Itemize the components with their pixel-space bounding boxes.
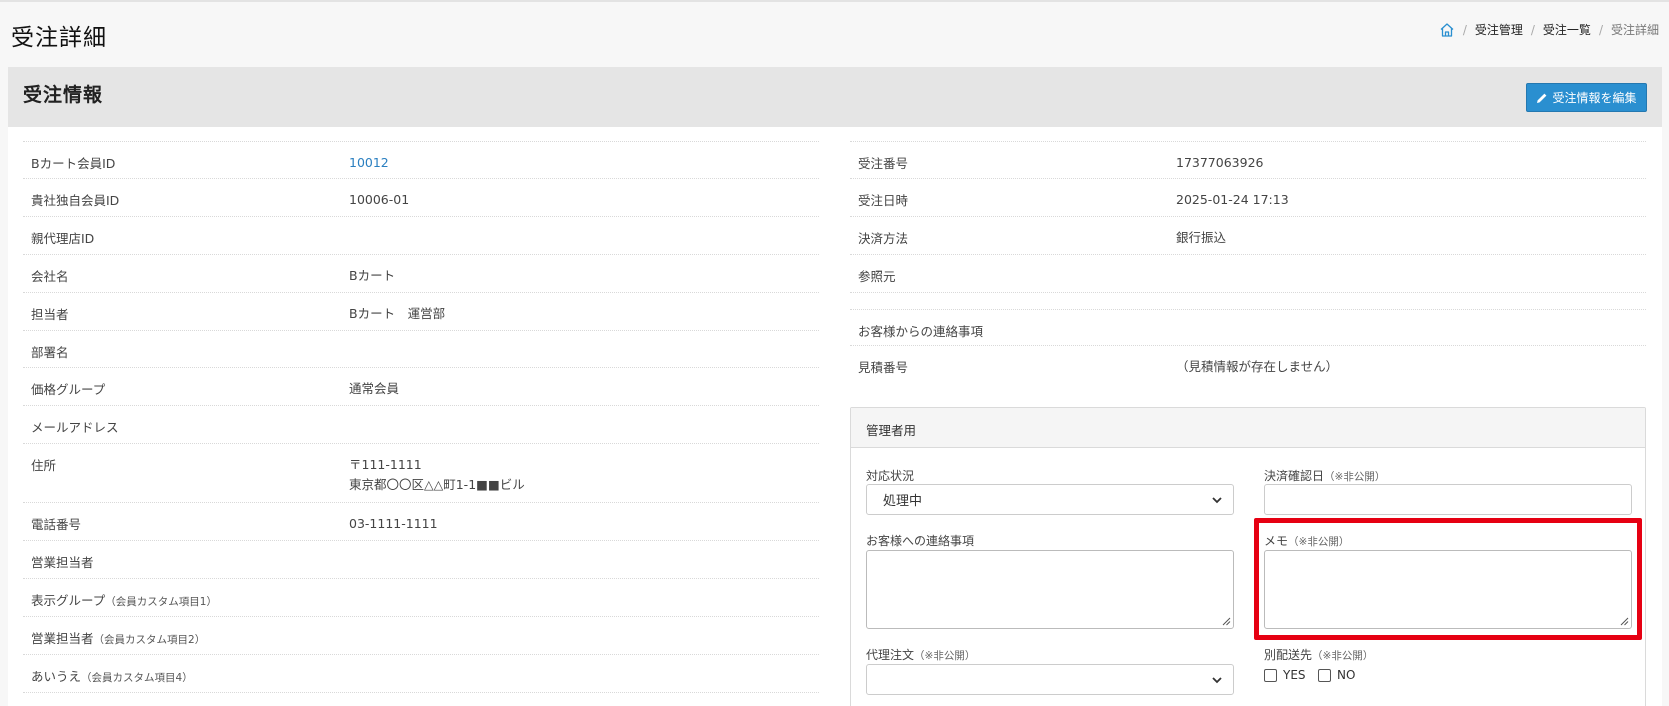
- estimate-number: （見積情報が存在しません）: [1176, 359, 1339, 374]
- page-title: 受注詳細: [11, 25, 107, 51]
- table-row: 価格グループ 通常会員: [23, 367, 819, 405]
- address-line: 東京都〇〇区△△町1-1■■ビル: [349, 477, 525, 492]
- status-select-value: 処理中: [883, 494, 923, 509]
- table-row: 決済方法 銀行振込: [850, 216, 1646, 254]
- table-row: 親代理店ID: [23, 216, 819, 254]
- table-row: 営業担当者（会員カスタム項目2）: [23, 616, 819, 654]
- table-row: [850, 292, 1646, 309]
- row-label: 受注番号: [858, 156, 909, 171]
- row-label: 営業担当者: [31, 555, 94, 570]
- row-label: お客様からの連絡事項: [858, 324, 984, 339]
- proxy-order-label: 代理注文（※非公開）: [866, 648, 976, 662]
- chevron-down-icon: [1212, 497, 1222, 504]
- row-label: 決済方法: [858, 231, 909, 246]
- row-label-sub: （会員カスタム項目1）: [105, 596, 217, 608]
- table-row: 住所 〒111-1111 東京都〇〇区△△町1-1■■ビル: [23, 443, 819, 502]
- order-number: 17377063926: [1176, 155, 1264, 170]
- breadcrumb-separator: /: [1530, 22, 1535, 37]
- breadcrumb-current: 受注詳細: [1610, 23, 1659, 37]
- row-label: 受注日時: [858, 193, 909, 208]
- breadcrumb-order-management[interactable]: 受注管理: [1475, 21, 1523, 38]
- yes-checkbox[interactable]: [1264, 668, 1277, 682]
- private-note: （※非公開）: [1312, 650, 1374, 662]
- pencil-icon: [1537, 93, 1547, 103]
- row-value: 〒111-1111 東京都〇〇区△△町1-1■■ビル: [349, 455, 525, 495]
- admin-section-title: 管理者用: [851, 408, 1645, 448]
- row-label: 営業担当者（会員カスタム項目2）: [31, 631, 206, 646]
- customer-message-textarea[interactable]: [866, 550, 1234, 629]
- row-label: 会社名: [31, 269, 69, 284]
- status-label: 対応状況: [866, 469, 915, 483]
- row-label: 担当者: [31, 307, 69, 322]
- row-value: 通常会員: [349, 381, 400, 396]
- no-label: NO: [1337, 668, 1356, 682]
- table-row: 担当者 Bカート 運営部: [23, 292, 819, 330]
- postal-code: 〒111-1111: [349, 457, 422, 472]
- status-select[interactable]: 処理中: [866, 484, 1234, 515]
- order-info-table: 受注番号 17377063926 受注日時 2025-01-24 17:13 決…: [850, 141, 1646, 381]
- row-label-sub: （会員カスタム項目4）: [81, 672, 193, 684]
- payment-date-input[interactable]: [1264, 484, 1632, 515]
- table-row: 見積番号 （見積情報が存在しません）: [850, 345, 1646, 381]
- table-row: 参照元: [850, 254, 1646, 292]
- table-row: 電話番号 03-1111-1111: [23, 502, 819, 540]
- row-label-sub: （会員カスタム項目2）: [93, 634, 206, 646]
- row-value: Bカート: [349, 268, 396, 283]
- home-icon[interactable]: [1439, 22, 1455, 38]
- table-row: お客様からの連絡事項: [850, 309, 1646, 345]
- member-info-table: Bカート会員ID 10012 貴社独自会員ID 10006-01 親代理店ID …: [23, 141, 819, 706]
- payment-method: 銀行振込: [1176, 230, 1227, 245]
- row-label: 住所: [31, 458, 57, 473]
- table-row: Bカート会員ID 10012: [23, 141, 819, 178]
- row-label: 価格グループ: [31, 382, 106, 397]
- separate-address-label: 別配送先（※非公開）: [1264, 648, 1374, 662]
- panel-title: 受注情報: [23, 84, 104, 106]
- breadcrumb: / 受注管理 / 受注一覧 / 受注詳細: [1439, 21, 1659, 38]
- edit-order-button[interactable]: 受注情報を編集: [1526, 83, 1647, 112]
- chevron-down-icon: [1212, 677, 1222, 684]
- private-note: （※非公開）: [914, 650, 976, 662]
- payment-date-label: 決済確認日（※非公開）: [1264, 469, 1386, 483]
- table-row: 営業担当者: [23, 540, 819, 578]
- separate-address-no[interactable]: NO: [1318, 668, 1355, 682]
- resize-handle-icon[interactable]: [1221, 616, 1231, 626]
- row-value: 10006-01: [349, 192, 410, 207]
- row-label: 電話番号: [31, 517, 82, 532]
- table-row: あいうえ（会員カスタム項目4）: [23, 654, 819, 692]
- memo-highlight-frame: [1254, 518, 1642, 640]
- row-label: 親代理店ID: [31, 231, 95, 246]
- no-checkbox[interactable]: [1318, 668, 1331, 682]
- separate-address-yes[interactable]: YES: [1264, 668, 1306, 682]
- breadcrumb-order-list[interactable]: 受注一覧: [1543, 21, 1591, 38]
- panel-header: 受注情報 受注情報を編集: [8, 67, 1662, 127]
- row-label: 見積番号: [858, 360, 909, 375]
- row-label: 部署名: [31, 345, 69, 360]
- member-id-link[interactable]: 10012: [349, 153, 389, 173]
- edit-order-button-label: 受注情報を編集: [1552, 91, 1637, 105]
- table-row: 会社名 Bカート: [23, 254, 819, 292]
- yes-label: YES: [1283, 668, 1306, 682]
- proxy-order-select[interactable]: [866, 664, 1234, 695]
- customer-message-label: お客様への連絡事項: [866, 534, 975, 548]
- table-row: 受注番号 17377063926: [850, 141, 1646, 178]
- table-row: 受注日時 2025-01-24 17:13: [850, 178, 1646, 216]
- table-row: 表示グループ（会員カスタム項目1）: [23, 578, 819, 616]
- top-border: [0, 0, 1669, 2]
- breadcrumb-separator: /: [1462, 22, 1467, 37]
- row-label: あいうえ（会員カスタム項目4）: [31, 669, 193, 684]
- row-label: 参照元: [858, 269, 896, 284]
- row-label: Bカート会員ID: [31, 156, 116, 171]
- row-label: 表示グループ（会員カスタム項目1）: [31, 593, 217, 608]
- row-label: メールアドレス: [31, 420, 119, 435]
- order-datetime: 2025-01-24 17:13: [1176, 192, 1289, 207]
- table-row: メールアドレス: [23, 405, 819, 443]
- table-row: [23, 692, 819, 706]
- row-value: 03-1111-1111: [349, 516, 438, 531]
- row-value: Bカート 運営部: [349, 306, 446, 321]
- breadcrumb-separator: /: [1598, 22, 1603, 37]
- table-row: 貴社独自会員ID 10006-01: [23, 178, 819, 216]
- row-label: 貴社独自会員ID: [31, 193, 120, 208]
- table-row: 部署名: [23, 330, 819, 367]
- private-note: （※非公開）: [1324, 471, 1386, 483]
